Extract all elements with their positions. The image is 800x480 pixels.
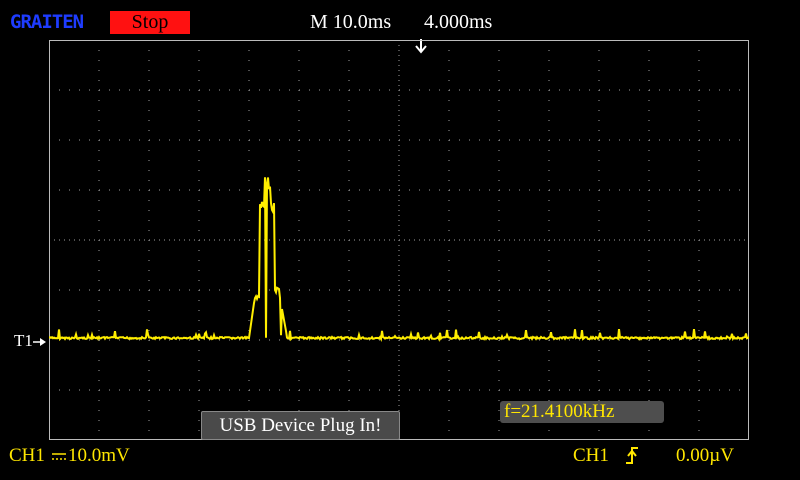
dc-coupling-icon	[52, 453, 66, 460]
right-arrow-icon	[32, 338, 46, 347]
channel-marker-label: T1	[14, 331, 33, 350]
usb-notification: USB Device Plug In!	[201, 411, 400, 440]
frequency-readout: f=21.4100kHz	[500, 401, 664, 423]
channel-label[interactable]: CH1	[9, 445, 45, 467]
timebase-readout: M 10.0ms	[310, 11, 392, 33]
trigger-source-label[interactable]: CH1	[573, 445, 609, 467]
rising-edge-icon	[626, 447, 638, 464]
trigger-level-readout[interactable]: 0.00µV	[676, 445, 734, 467]
waveform-display[interactable]	[49, 40, 749, 440]
ch1-waveform-trace	[49, 177, 749, 343]
channel-position-marker[interactable]: T1	[14, 331, 47, 351]
run-stop-status[interactable]: Stop	[110, 11, 190, 34]
trigger-position-readout: 4.000ms	[424, 11, 493, 33]
brand-logo: GRAITEN	[10, 11, 84, 33]
vertical-scale-readout[interactable]: 10.0mV	[68, 445, 130, 467]
graticule-grid	[49, 40, 749, 440]
